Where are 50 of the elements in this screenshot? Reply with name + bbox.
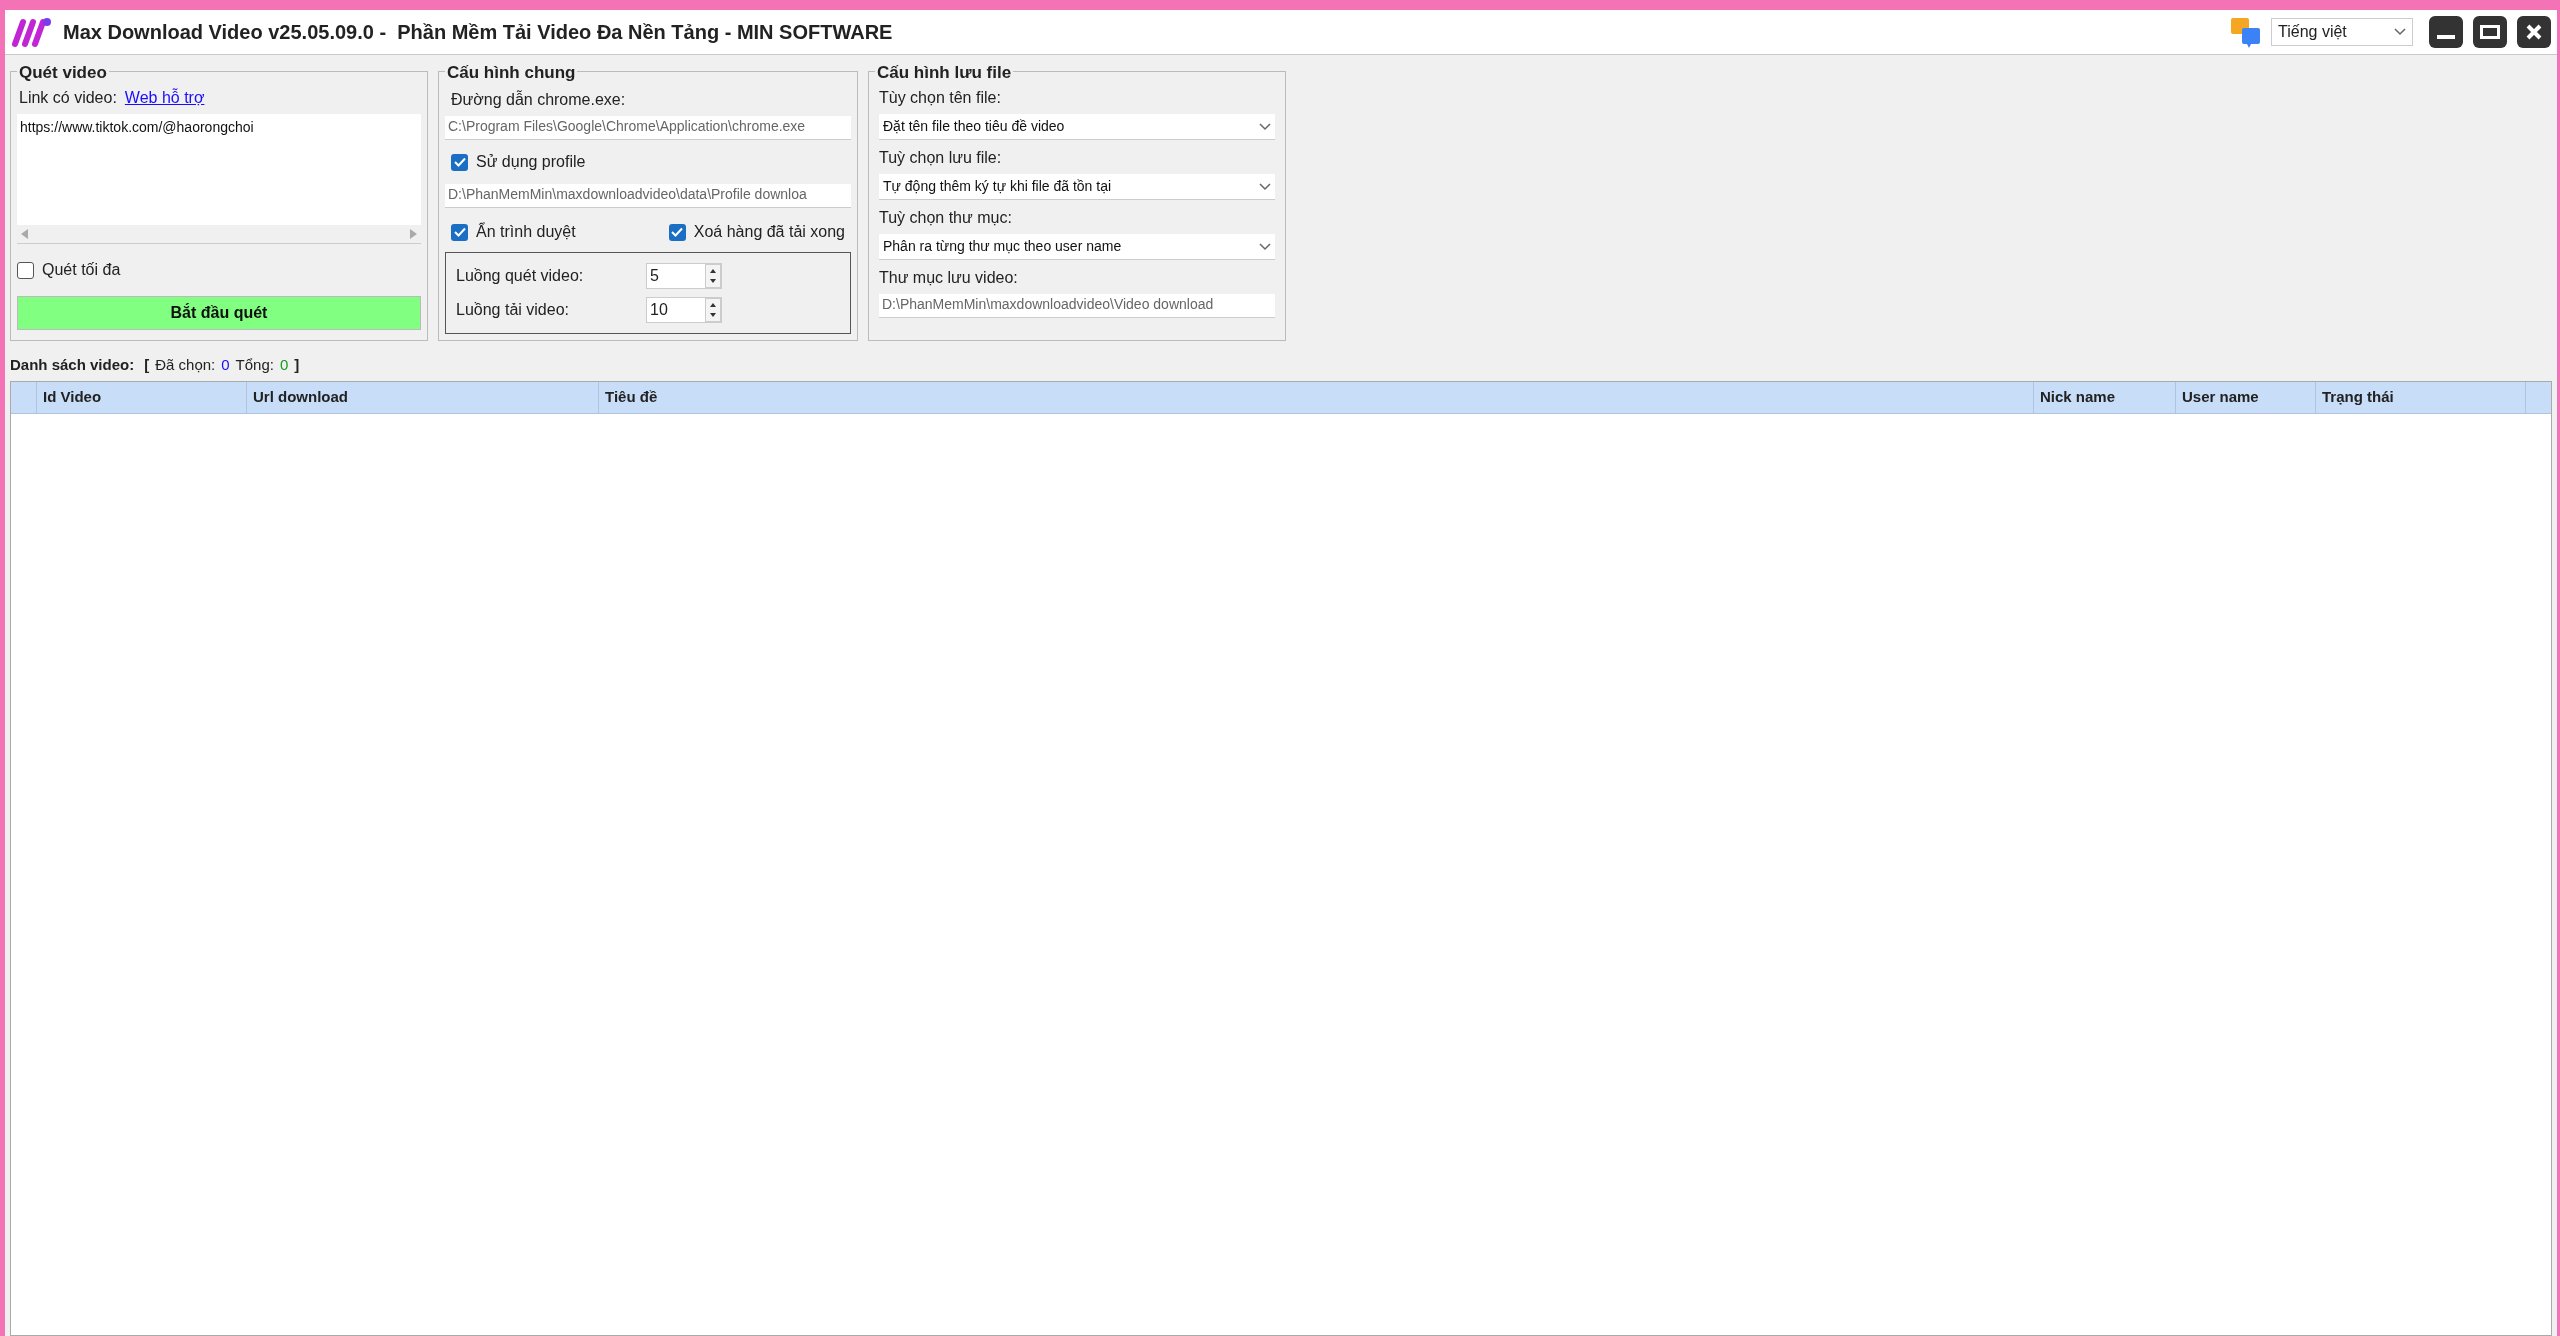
checkbox[interactable]: [17, 261, 34, 279]
list-label: Danh sách video:: [10, 354, 135, 375]
bracket-text: [: [144, 354, 150, 375]
field-label: Tuỳ chọn lưu file:: [879, 148, 1003, 168]
option-dropdown[interactable]: Đặt tên file theo tiêu đề video: [879, 114, 1275, 140]
checkbox-label: Quét tối đa: [42, 260, 121, 280]
total-count: 0: [279, 354, 289, 375]
column-header[interactable]: User name: [2176, 382, 2316, 413]
checkbox-label: Ẩn trình duyệt: [476, 221, 576, 242]
path-field[interactable]: D:\PhanMemMin\maxdownloadvideo\data\Profile downloa: [445, 184, 851, 208]
column-header[interactable]: Id Video: [37, 382, 247, 413]
column-header[interactable]: Tiêu đề: [599, 382, 2034, 413]
folder-field[interactable]: D:\PhanMemMin\maxdownloadvideo\Video download: [879, 294, 1275, 318]
field-label: Tùy chọn tên file:: [879, 88, 1002, 108]
checkbox[interactable]: [451, 153, 468, 171]
option-dropdown[interactable]: Tự động thêm ký tự khi file đã tồn tại: [879, 174, 1275, 200]
bracket-text: ]: [294, 354, 300, 375]
field-label: Luồng quét video:: [456, 266, 585, 286]
checkbox[interactable]: [668, 223, 686, 241]
field-label: Tuỳ chọn thư mục:: [879, 208, 1013, 228]
close-button[interactable]: [2517, 16, 2551, 48]
language-dropdown[interactable]: Tiếng việt: [2271, 18, 2413, 46]
checkbox-label: Xoá hàng đã tải xong: [693, 222, 845, 242]
field-label: Thư mục lưu video:: [879, 268, 1019, 288]
selected-label: Đã chọn:: [155, 354, 216, 375]
caret-icon: [1259, 182, 1271, 191]
column-header[interactable]: Url download: [247, 382, 599, 413]
field-label: Link có video:: [19, 88, 117, 108]
caret-icon: [1259, 242, 1271, 251]
path-field[interactable]: C:\Program Files\Google\Chrome\Application\chrome.exe: [445, 116, 851, 140]
spin-box[interactable]: 10: [646, 297, 722, 323]
window-title: Max Download Video v25.05.09.0 - Phần Mềm Tải Video Đa Nền Tảng - MIN SOFTWARE: [63, 20, 893, 45]
caret-icon: [2394, 28, 2406, 36]
start-scan-button[interactable]: Bắt đầu quét: [17, 296, 421, 330]
option-dropdown[interactable]: Phân ra từng thư mục theo user name: [879, 234, 1275, 260]
checkbox-label: Sử dụng profile: [476, 152, 586, 172]
caret-icon: [1259, 122, 1271, 131]
selected-count: 0: [221, 354, 230, 375]
checkbox[interactable]: [451, 223, 468, 241]
maximize-button[interactable]: [2473, 16, 2507, 48]
minimize-button[interactable]: [2429, 16, 2463, 48]
total-label: Tổng:: [235, 354, 274, 375]
field-label: Luồng tải video:: [456, 300, 570, 320]
support-link[interactable]: Web hỗ trợ: [124, 86, 205, 110]
translate-icon: [2229, 16, 2263, 48]
field-label: Đường dẫn chrome.exe:: [450, 89, 627, 110]
spin-box[interactable]: 5: [646, 263, 722, 289]
column-header[interactable]: Trạng thái: [2316, 382, 2526, 413]
close-icon: [2526, 24, 2542, 40]
column-header[interactable]: Nick name: [2034, 382, 2176, 413]
